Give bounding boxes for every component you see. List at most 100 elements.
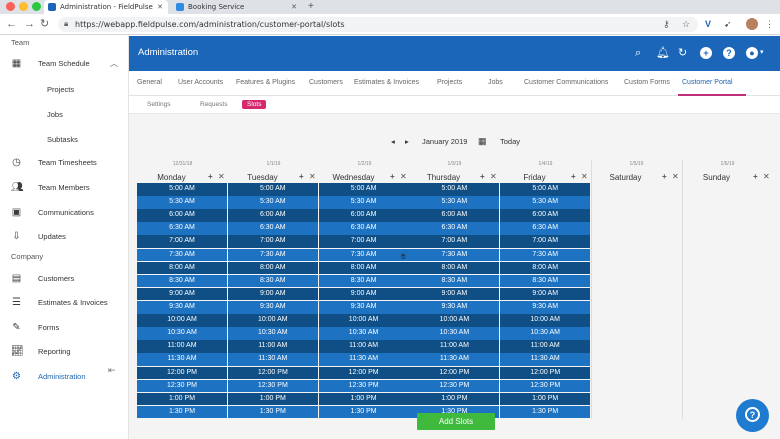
time-slot[interactable]: 6:00 AM: [137, 209, 227, 222]
time-slot[interactable]: 5:00 AM: [409, 183, 500, 196]
time-slot[interactable]: 11:30 AM: [409, 353, 500, 366]
add-slots-button[interactable]: Add Slots: [417, 413, 495, 430]
time-slot[interactable]: 10:00 AM: [137, 314, 227, 327]
time-slot[interactable]: 6:30 AM: [137, 222, 227, 235]
time-slot[interactable]: 12:00 PM: [227, 366, 318, 380]
time-slot[interactable]: 10:00 AM: [318, 314, 409, 327]
sidebar-item-forms[interactable]: ✎ Forms: [0, 320, 128, 336]
tab-close-icon[interactable]: ✕: [157, 0, 163, 14]
time-slot[interactable]: 11:00 AM: [227, 340, 318, 353]
time-slot[interactable]: 10:00 AM: [409, 314, 500, 327]
prev-week-icon[interactable]: ◂: [391, 136, 395, 147]
time-slot[interactable]: 7:30 AM: [137, 248, 227, 262]
time-slot[interactable]: 10:30 AM: [500, 327, 591, 340]
time-slot[interactable]: 8:30 AM: [500, 274, 591, 288]
time-slot[interactable]: 5:00 AM: [500, 183, 591, 196]
browser-tab-booking[interactable]: Booking Service ✕: [172, 0, 302, 14]
time-slot[interactable]: 12:30 PM: [318, 379, 409, 393]
time-slot[interactable]: 8:30 AM: [409, 274, 500, 288]
time-slot[interactable]: 7:30 AM: [409, 248, 500, 262]
time-slot[interactable]: 6:30 AM: [318, 222, 409, 235]
new-tab-button[interactable]: +: [308, 0, 314, 14]
tab-general[interactable]: General: [137, 79, 162, 86]
sidebar-item-jobs[interactable]: Jobs: [0, 107, 128, 123]
time-slot[interactable]: 8:00 AM: [500, 261, 591, 275]
time-slot[interactable]: 9:30 AM: [318, 301, 409, 314]
time-slot[interactable]: 5:30 AM: [500, 196, 591, 209]
address-bar[interactable]: 🔒︎ https://webapp.fieldpulse.com/adminis…: [58, 17, 698, 32]
add-slot-icon[interactable]: +: [208, 172, 213, 181]
caret-down-icon[interactable]: ▾: [760, 46, 764, 60]
help-icon[interactable]: ?: [723, 47, 735, 59]
next-week-icon[interactable]: ▸: [405, 136, 409, 147]
time-slot[interactable]: 5:30 AM: [409, 196, 500, 209]
time-slot[interactable]: 9:30 AM: [409, 301, 500, 314]
time-slot[interactable]: 10:00 AM: [227, 314, 318, 327]
clear-day-icon[interactable]: ✕: [490, 172, 497, 181]
time-slot[interactable]: 12:30 PM: [137, 379, 227, 393]
time-slot[interactable]: 11:30 AM: [500, 353, 591, 366]
add-icon[interactable]: +: [700, 47, 712, 59]
time-slot[interactable]: 9:00 AM: [500, 287, 591, 301]
clear-day-icon[interactable]: ✕: [672, 172, 679, 181]
time-slot[interactable]: 9:00 AM: [409, 287, 500, 301]
time-slot[interactable]: 7:30 AM: [500, 248, 591, 262]
time-slot[interactable]: 11:00 AM: [318, 340, 409, 353]
collapse-sidebar-icon[interactable]: ⇤: [108, 365, 116, 376]
sidebar-item-projects[interactable]: Projects: [0, 82, 128, 98]
time-slot[interactable]: 7:00 AM: [409, 235, 500, 248]
sync-icon[interactable]: ↻: [678, 46, 687, 60]
tab-projects[interactable]: Projects: [437, 79, 462, 86]
time-slot[interactable]: 5:30 AM: [137, 196, 227, 209]
time-slot[interactable]: 5:30 AM: [227, 196, 318, 209]
clear-day-icon[interactable]: ✕: [581, 172, 588, 181]
chevron-up-icon[interactable]: ︿: [110, 58, 118, 69]
time-slot[interactable]: 10:00 AM: [500, 314, 591, 327]
sidebar-item-team-schedule[interactable]: ▦ Team Schedule: [0, 56, 128, 72]
time-slot[interactable]: 6:30 AM: [500, 222, 591, 235]
time-slot[interactable]: 11:00 AM: [137, 340, 227, 353]
calendar-picker-icon[interactable]: ▦: [478, 136, 487, 147]
sidebar-item-team-members[interactable]: 👥︎ Team Members: [0, 180, 128, 196]
subtab-slots[interactable]: Slots: [242, 100, 267, 109]
time-slot[interactable]: 9:00 AM: [318, 287, 409, 301]
clear-day-icon[interactable]: ✕: [763, 172, 770, 181]
time-slot[interactable]: 11:00 AM: [500, 340, 591, 353]
time-slot[interactable]: 1:00 PM: [137, 392, 227, 406]
time-slot[interactable]: 5:30 AM: [318, 196, 409, 209]
time-slot[interactable]: 6:30 AM: [409, 222, 500, 235]
sidebar-item-customers[interactable]: ▤ Customers: [0, 271, 128, 287]
url-text[interactable]: https://webapp.fieldpulse.com/administra…: [75, 19, 345, 30]
tab-close-icon[interactable]: ✕: [291, 0, 297, 14]
clear-day-icon[interactable]: ✕: [309, 172, 316, 181]
tab-jobs[interactable]: Jobs: [488, 79, 503, 86]
sidebar-item-communications[interactable]: ▣ Communications: [0, 205, 128, 221]
time-slot[interactable]: 1:00 PM: [227, 392, 318, 406]
time-slot[interactable]: 11:30 AM: [227, 353, 318, 366]
back-arrow-icon[interactable]: ←: [6, 17, 17, 31]
time-slot[interactable]: 8:00 AM: [318, 261, 409, 275]
today-button[interactable]: Today: [500, 136, 520, 147]
window-close-dot[interactable]: [6, 2, 15, 11]
time-slot[interactable]: 5:00 AM: [227, 183, 318, 196]
tab-custom-forms[interactable]: Custom Forms: [624, 79, 670, 86]
time-slot[interactable]: 12:00 PM: [318, 366, 409, 380]
time-slot[interactable]: 5:00 AM: [318, 183, 409, 196]
time-slot[interactable]: 12:30 PM: [409, 379, 500, 393]
tab-features-plugins[interactable]: Features & Plugins: [236, 79, 295, 86]
time-slot[interactable]: 10:30 AM: [409, 327, 500, 340]
time-slot[interactable]: 12:00 PM: [500, 366, 591, 380]
browser-menu-icon[interactable]: ⋮: [765, 18, 774, 31]
sidebar-item-reporting[interactable]: 📈︎ Reporting: [0, 344, 128, 360]
clear-day-icon[interactable]: ✕: [400, 172, 407, 181]
profile-avatar[interactable]: [746, 18, 758, 30]
time-slot[interactable]: 8:30 AM: [227, 274, 318, 288]
window-minimize-dot[interactable]: [19, 2, 28, 11]
time-slot[interactable]: 9:30 AM: [137, 301, 227, 314]
time-slot[interactable]: 1:30 PM: [137, 405, 227, 419]
search-icon[interactable]: ⌕: [635, 46, 641, 60]
time-slot[interactable]: 6:00 AM: [318, 209, 409, 222]
time-slot[interactable]: 8:00 AM: [227, 261, 318, 275]
bell-icon[interactable]: 🔔︎: [656, 46, 670, 60]
time-slot[interactable]: 8:30 AM: [318, 274, 409, 288]
